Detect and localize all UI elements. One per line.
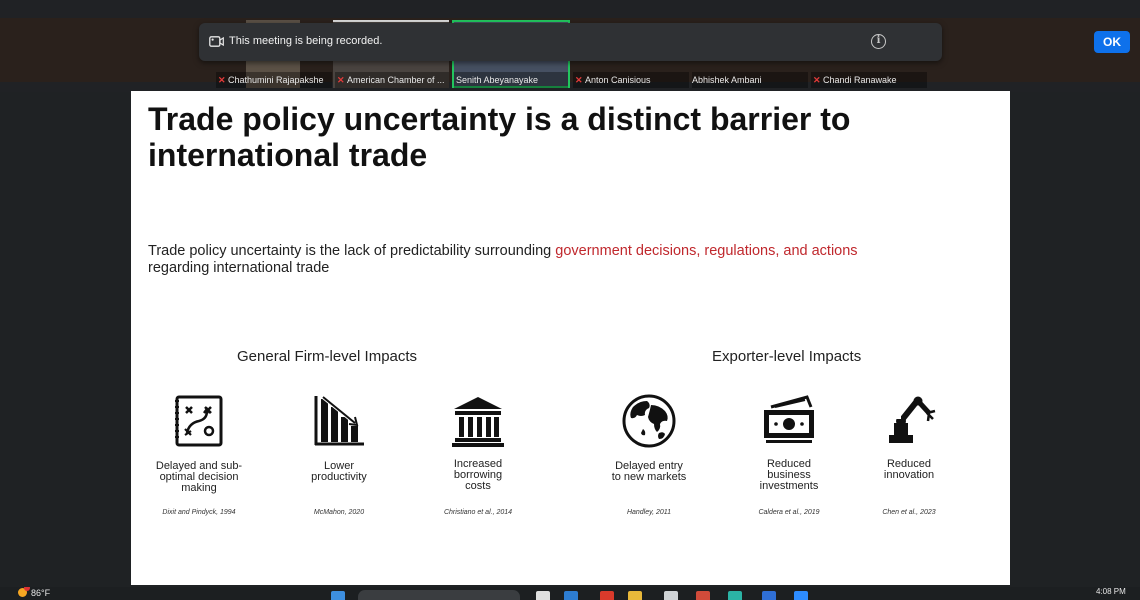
taskbar-search-box[interactable] (358, 590, 520, 600)
mic-muted-icon: ✕ (218, 75, 226, 85)
strategy-board-icon (175, 395, 223, 447)
windows-taskbar: 86°F 4:08 PM (0, 587, 1140, 600)
section-heading-exporter: Exporter-level Impacts (712, 348, 862, 365)
bank-building-icon (452, 397, 504, 447)
impact-item: Reduced innovation Chen et al., 2023 (849, 393, 969, 523)
ok-button[interactable]: OK (1094, 31, 1130, 53)
impact-label: Increased borrowing costs (453, 458, 503, 492)
app-icon[interactable] (696, 591, 710, 600)
video-camera-icon (209, 36, 224, 47)
mic-muted-icon: ✕ (813, 75, 821, 85)
mic-muted-icon: ✕ (575, 75, 583, 85)
participant-name-tag: ✕ Chandi Ranawake (811, 72, 927, 88)
app-icon[interactable] (564, 591, 578, 600)
recording-message: This meeting is being recorded. (229, 35, 383, 47)
weather-widget[interactable]: 86°F (18, 587, 50, 598)
impact-citation: Dixit and Pindyck, 1994 (162, 509, 236, 516)
participant-name-tag: ✕ Chathumini Rajapakshe (216, 72, 332, 88)
impact-label: Delayed and sub- optimal decision making (155, 460, 243, 494)
impact-item: Delayed and sub- optimal decision making… (139, 393, 259, 523)
definition-text: Trade policy uncertainty is the lack of … (148, 243, 858, 276)
start-icon[interactable] (331, 591, 345, 600)
impact-citation: Chen et al., 2023 (882, 509, 936, 516)
app-icon[interactable] (762, 591, 776, 600)
globe-icon (622, 394, 676, 448)
declining-bar-chart-icon (314, 395, 364, 446)
info-icon[interactable]: i (871, 34, 886, 49)
impact-citation: Christiano et al., 2014 (443, 509, 513, 516)
impact-label: Delayed entry to new markets (611, 460, 687, 483)
task-view-icon[interactable] (536, 591, 550, 600)
impact-citation: Handley, 2011 (626, 509, 672, 516)
participant-name-tag: Senith Abeyanayake (454, 72, 568, 88)
recording-notification-banner: This meeting is being recorded. i OK (199, 23, 1130, 61)
impact-citation: Caldera et al., 2019 (758, 509, 820, 516)
impact-citation: McMahon, 2020 (313, 509, 365, 516)
presentation-slide: Trade policy uncertainty is a distinct b… (131, 91, 1010, 585)
participant-name-tag: Abhishek Ambani (692, 72, 808, 88)
slide-title: Trade policy uncertainty is a distinct b… (148, 101, 851, 173)
impact-label: Reduced business investments (759, 458, 819, 492)
robotic-arm-icon (889, 396, 936, 443)
impact-item: Increased borrowing costs Christiano et … (418, 393, 538, 523)
definition-highlight: government decisions, regulations, and a… (555, 243, 858, 259)
impact-item: Lower productivity McMahon, 2020 (279, 393, 399, 523)
section-heading-firm: General Firm-level Impacts (237, 348, 418, 365)
impact-item: Reduced business investments Caldera et … (729, 393, 849, 523)
clock[interactable]: 4:08 PM (1096, 587, 1126, 596)
file-explorer-icon[interactable] (628, 591, 642, 600)
app-icon[interactable] (664, 591, 678, 600)
impact-label: Lower productivity (311, 460, 367, 483)
app-icon[interactable] (728, 591, 742, 600)
weather-sun-icon (18, 587, 30, 597)
banknotes-icon (764, 395, 814, 443)
impact-label: Reduced innovation (883, 458, 935, 481)
zoom-app-icon[interactable] (794, 591, 808, 600)
mic-muted-icon: ✕ (337, 75, 345, 85)
participant-name-tag: ✕ American Chamber of ... (335, 72, 449, 88)
app-icon[interactable] (600, 591, 614, 600)
participant-name-tag: ✕ Anton Canisious (573, 72, 689, 88)
impact-item: Delayed entry to new markets Handley, 20… (589, 393, 709, 523)
